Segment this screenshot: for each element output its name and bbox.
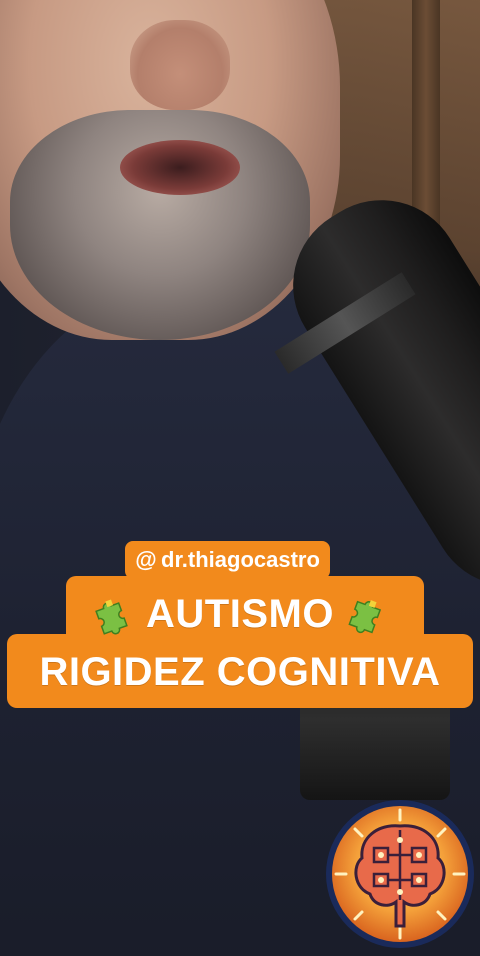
threads-icon: @ (135, 547, 157, 572)
puzzle-piece-icon (348, 600, 382, 634)
title-row-1: AUTISMO (0, 586, 480, 642)
title-line2: RIGIDEZ COGNITIVA (39, 649, 441, 694)
handle-text: dr.thiagocastro (161, 547, 320, 572)
video-frame: @ dr.thiagocastro AUTISMO RIGIDEZ COGNIT… (0, 0, 480, 956)
speaker-mouth (120, 140, 240, 195)
speaker-nose (130, 20, 230, 110)
handle-tag: @ dr.thiagocastro (125, 541, 330, 579)
title-row-2: RIGIDEZ COGNITIVA (0, 643, 480, 701)
brain-logo (326, 800, 474, 948)
title-line1: AUTISMO (146, 591, 334, 636)
puzzle-piece-icon (95, 599, 128, 635)
